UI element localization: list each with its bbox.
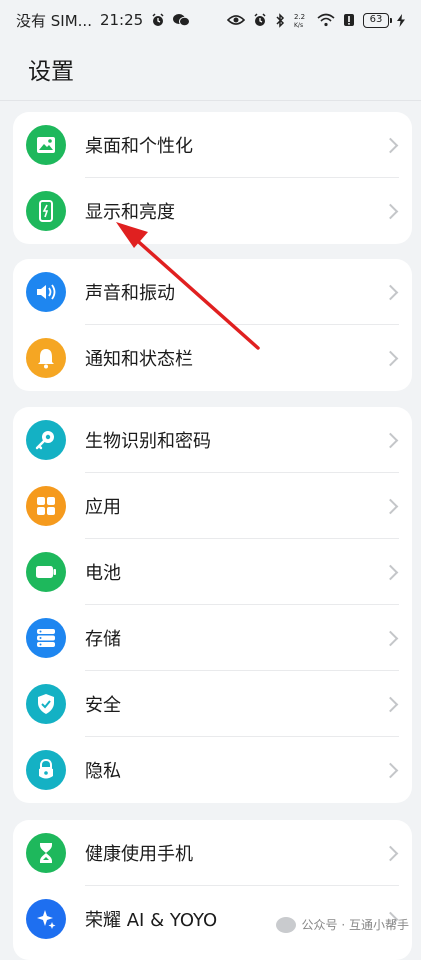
annotation-arrow — [116, 222, 260, 350]
